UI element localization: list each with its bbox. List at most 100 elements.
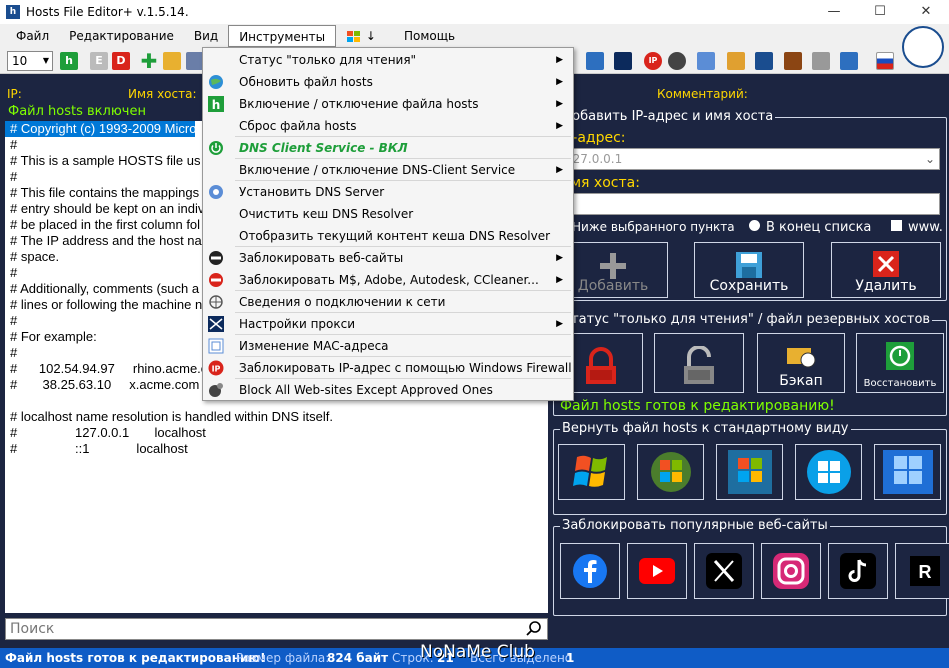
folder-clock-icon [787,348,816,368]
menu-tools[interactable]: Инструменты [228,25,337,47]
tools-menu-item[interactable]: h Включение / отключение файла hosts ▶ [203,93,573,115]
tools-menu-item[interactable]: Статус "только для чтения" ▶ [203,49,573,71]
globe-tool-icon[interactable] [668,52,686,70]
checkbox-icon [891,220,902,231]
tools-menu-item[interactable]: IP Заблокировать IP-адрес с помощью Windo… [203,357,573,379]
ip-block-tool-icon[interactable]: IP [644,52,662,70]
menu-file[interactable]: Файл [6,25,59,47]
flag-tool-icon[interactable] [755,52,773,70]
tools-menu-item[interactable]: DNS Client Service - ВКЛ [203,137,573,159]
tools-menu-item[interactable]: Настройки прокси ▶ [203,313,573,335]
block-sites-group: Заблокировать популярные веб-сайты R [553,518,949,616]
win7-button[interactable] [716,444,783,500]
clean-tool-icon[interactable] [727,52,745,70]
menu-help[interactable]: Помощь [394,25,465,47]
editor-line[interactable]: # ::1 localhost [5,441,548,457]
search-icon[interactable] [525,620,543,638]
tools-menu-item[interactable]: Обновить файл hosts ▶ [203,71,573,93]
restore-button[interactable]: Восстановить [856,333,944,393]
hosts-e-button[interactable]: E [90,52,108,70]
youtube-icon [639,558,675,584]
close-button[interactable]: ✕ [903,0,949,24]
expand-tool-icon[interactable] [840,52,858,70]
hosts-d-button[interactable]: D [112,52,130,70]
delete-button[interactable]: Удалить [831,242,941,298]
tools-menu-item[interactable]: Сведения о подключении к сети [203,291,573,313]
save-button[interactable]: Сохранить [694,242,804,298]
add-group-title: Добавить IP-адрес и имя хоста [560,109,776,124]
win10-button[interactable] [874,444,941,500]
block-x-button[interactable] [694,543,754,599]
add-icon[interactable]: ✚ [140,51,158,71]
search-input[interactable]: Поиск [5,618,548,640]
minimize-button[interactable]: — [811,0,857,24]
x-twitter-icon [706,553,742,589]
windows-xp-logo-icon [572,455,607,487]
floppy-icon [736,252,762,278]
option-www[interactable]: www. [891,220,943,235]
tools-menu-item[interactable]: Отобразить текущий контент кеша DNS Reso… [203,225,573,247]
add-button[interactable]: Добавить [558,242,668,298]
tools-menu-item-label: Включение / отключение файла hosts [239,97,479,111]
unlock-button[interactable] [654,333,744,393]
tools-menu-item[interactable]: Сброс файла hosts ▶ [203,115,573,137]
editor-line[interactable]: # localhost name resolution is handled w… [5,409,548,425]
win8-button[interactable] [795,444,862,500]
ready-message: Файл hosts готов к редактированию! [560,398,835,414]
save-label: Сохранить [709,278,789,294]
tools-menu-item-label: Заблокировать M$, Adobe, Autodesk, CClea… [239,273,539,287]
delete-x-icon [873,251,899,277]
font-size-select[interactable]: 10 ▼ [7,51,53,71]
font-size-value: 10 [12,54,28,68]
editor-line[interactable]: # Copyright (c) 1993-2009 Micros [5,121,203,137]
host-input[interactable] [560,193,940,215]
tools-menu-item-label: Настройки прокси [239,317,356,331]
add-group: Добавить IP-адрес и имя хоста IP-адрес: … [553,109,947,301]
tools-menu-item[interactable]: Изменение MAC-адреса [203,335,573,357]
tools-menu-item[interactable]: Block All Web-sites Except Approved Ones [203,379,573,401]
col-comment: Комментарий: [657,87,748,101]
network-tool-icon[interactable] [586,52,604,70]
language-flag-icon[interactable] [876,52,894,70]
block-roblox-button[interactable]: R [895,543,949,599]
status-size-label: Размер файла: [236,651,330,665]
proxy-tool-icon[interactable] [614,52,632,70]
mac-tool-icon[interactable] [697,52,715,70]
svg-text:IP: IP [212,365,221,374]
menu-edit[interactable]: Редактирование [59,25,184,47]
os-buttons [558,444,949,504]
restore-group-title: Вернуть файл hosts к стандартному виду [560,421,851,436]
menu-windows[interactable]: ↓ [336,25,386,47]
lock-tool-icon[interactable] [812,52,830,70]
block-youtube-button[interactable] [627,543,687,599]
ip-input[interactable]: 127.0.0.1 ⌄ [560,148,940,170]
hosts-h-button[interactable]: h [60,52,78,70]
box-tool-icon[interactable] [784,52,802,70]
vista-button[interactable] [637,444,704,500]
col-host: Имя хоста: [128,87,197,101]
maximize-button[interactable]: ☐ [857,0,903,24]
tools-menu-item[interactable]: Включение / отключение DNS-Client Servic… [203,159,573,181]
block-instagram-button[interactable] [761,543,821,599]
block-tiktok-button[interactable] [828,543,888,599]
windows-10-logo-icon [882,450,933,494]
option-below[interactable]: Ниже выбранного пункта [572,220,735,234]
winxp-button[interactable] [558,444,625,500]
block-facebook-button[interactable] [560,543,620,599]
menu-view[interactable]: Вид [184,25,228,47]
open-folder-icon[interactable] [163,52,181,70]
block-icon [208,250,224,266]
add-label: Добавить [577,278,649,294]
tools-menu-item[interactable]: Заблокировать M$, Adobe, Autodesk, CClea… [203,269,573,291]
logo-icon [902,26,944,68]
tools-menu-item[interactable]: Установить DNS Server [203,181,573,203]
instagram-icon [773,553,809,589]
editor-line[interactable]: # 127.0.0.1 localhost [5,425,548,441]
tools-menu-item[interactable]: Очистить кеш DNS Resolver [203,203,573,225]
option-end[interactable]: В конец списка [749,220,871,235]
status-selected-value: 1 [566,651,575,665]
restore-clock-icon [886,342,914,370]
tools-menu-item[interactable]: Заблокировать веб-сайты ▶ [203,247,573,269]
submenu-arrow-icon: ▶ [556,121,563,131]
backup-button[interactable]: Бэкап [757,333,845,393]
